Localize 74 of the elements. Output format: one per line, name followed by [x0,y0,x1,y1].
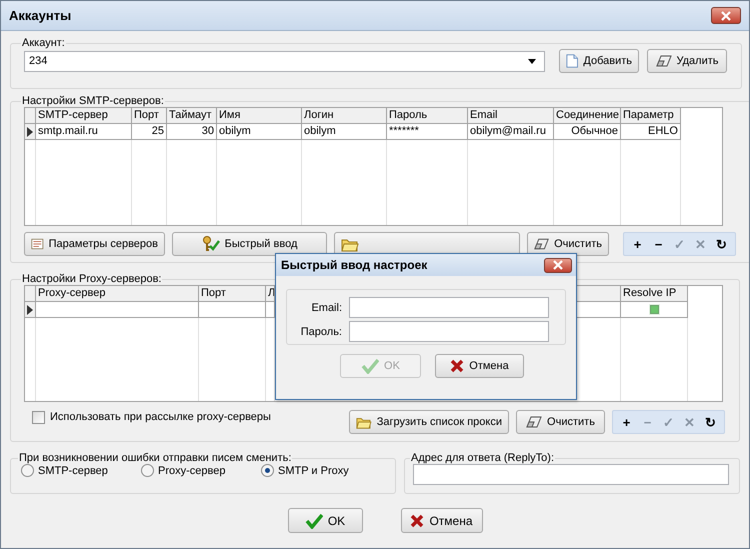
column-header[interactable]: Таймаут [167,108,217,124]
button[interactable]: Добавить [559,49,639,73]
button[interactable]: Отмена [435,354,524,378]
column-header[interactable]: SMTP-сервер [36,108,132,124]
dropdown-arrow-icon [528,58,536,64]
row-pointer-icon [27,126,33,136]
column-header[interactable]: Имя [217,108,302,124]
group-label: Настройки SMTP-серверов: [21,95,165,107]
close-button[interactable] [544,258,572,272]
button[interactable]: Очистить [516,410,605,434]
table-cell: ******* [387,124,468,140]
check-icon [304,512,323,528]
document-icon [566,53,578,69]
close-icon [552,260,564,270]
button[interactable]: Параметры серверов [24,232,165,256]
checkbox-option[interactable]: Использовать при рассылке proxy-серверы [32,410,271,424]
close-icon [720,10,732,20]
column-header[interactable]: Порт [199,286,266,302]
folder-icon [341,236,359,252]
group-label: Аккаунт: [21,37,66,49]
cross-icon [450,359,464,373]
table-cell: obilym@mail.ru [468,124,554,140]
table-cell: obilym [302,124,387,140]
eraser-icon [656,55,672,67]
table-cell: 25 [132,124,167,140]
table-cell: Обычное [554,124,621,140]
list-icon [31,237,44,251]
column-header[interactable]: Л [266,286,275,302]
column-header[interactable]: Порт [132,108,167,124]
field-label: Email: [311,302,342,314]
input-field[interactable] [349,321,549,342]
radio-option[interactable]: SMTP-сервер [21,464,141,477]
column-header[interactable]: Proxy-сервер [36,286,199,302]
field-label: Пароль: [300,326,342,338]
group-label: Адрес для ответа (ReplyTo): [410,452,555,464]
check-icon [361,358,380,374]
navigator-button[interactable]: ↻ [712,236,731,252]
radio-option[interactable]: SMTP и Proxy [261,464,381,477]
button[interactable]: Загрузить список прокси [349,410,509,434]
column-header[interactable]: Email [468,108,554,124]
table-cell: 30 [167,124,217,140]
input-field[interactable] [349,297,549,318]
navigator-button[interactable]: + [628,236,647,252]
button[interactable]: Очистить [527,232,609,256]
button[interactable]: Отмена [400,508,482,533]
navigator-button[interactable]: − [649,236,668,252]
column-header[interactable]: Параметр [621,108,681,124]
eraser-icon [526,416,542,428]
radio-option[interactable]: Proxy-сервер [141,464,261,477]
table-cell: smtp.mail.ru [36,124,132,140]
key-check-icon [202,236,220,252]
cross-icon [410,514,424,528]
checkbox[interactable] [650,305,658,314]
navigator-button[interactable]: + [617,414,636,430]
column-header[interactable]: Resolve IP [621,286,688,302]
table-cell: EHLO [621,124,681,140]
column-header[interactable]: Пароль [387,108,468,124]
reply-to-field[interactable] [413,464,729,485]
group-label: Настройки Proxy-серверов: [21,273,162,285]
account-dropdown[interactable]: 234 [24,50,545,72]
dialog-title: Быстрый ввод настроек [281,258,428,272]
close-button[interactable] [711,7,741,24]
column-header[interactable]: Соединение [554,108,621,124]
table-cell: obilym [217,124,302,140]
group-label: При возникновении ошибки отправки писем сменить: [18,452,292,464]
eraser-icon [534,238,550,250]
table-cell [199,302,266,318]
button[interactable]: Быстрый ввод [172,232,327,256]
column-header[interactable]: Логин [302,108,387,124]
navigator-button[interactable]: ↻ [701,414,720,430]
row-pointer-icon [27,304,33,314]
window-title: Аккаунты [9,8,72,23]
button[interactable]: Удалить [647,49,727,73]
button[interactable]: OK [288,508,362,533]
